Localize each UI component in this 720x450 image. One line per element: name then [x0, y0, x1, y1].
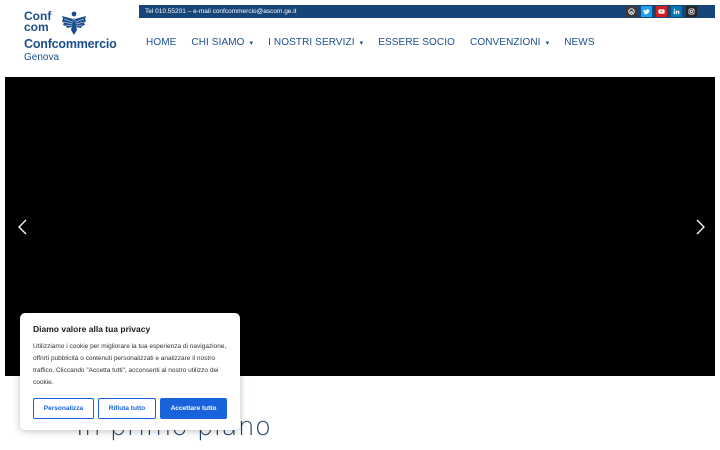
logo-name: Confcommercio	[24, 37, 117, 51]
nav-servizi-label: I NOSTRI SERVIZI	[268, 37, 355, 48]
nav-chi-siamo-label: CHI SIAMO	[191, 37, 245, 48]
customize-button[interactable]: Personalizza	[33, 398, 94, 419]
dropdown-caret-icon: ▾	[359, 39, 364, 47]
instagram-icon[interactable]	[686, 6, 697, 17]
nav-news[interactable]: NEWS	[564, 37, 594, 48]
youtube-icon[interactable]	[656, 6, 667, 17]
cookie-consent-banner: Diamo valore alla tua privacy Utilizziam…	[20, 313, 240, 430]
nav-home-label: HOME	[146, 37, 177, 48]
top-info-bar: Tel 010.55201 – e-mail confcommercio@asc…	[139, 5, 715, 18]
nav-essere-socio-label: ESSERE SOCIO	[378, 37, 456, 48]
linkedin-icon[interactable]	[671, 6, 682, 17]
logo-mark-text: Conf com	[24, 9, 52, 34]
cookie-actions: Personalizza Rifiuta tutto Accettare tut…	[33, 398, 227, 419]
accept-all-button[interactable]: Accettare tutto	[160, 398, 227, 419]
cookie-title: Diamo valore alla tua privacy	[33, 324, 151, 334]
nav-convenzioni-label: CONVENZIONI	[470, 37, 541, 48]
eagle-icon	[61, 10, 87, 36]
reject-all-button[interactable]: Rifiuta tutto	[98, 398, 156, 419]
social-links	[626, 6, 697, 17]
nav-convenzioni[interactable]: CONVENZIONI ▾	[470, 37, 549, 48]
twitter-icon[interactable]	[641, 6, 652, 17]
nav-news-label: NEWS	[564, 37, 595, 48]
logo-city: Genova	[24, 52, 60, 63]
cookie-description: Utilizziamo i cookie per migliorare la t…	[33, 343, 227, 386]
nav-servizi[interactable]: I NOSTRI SERVIZI ▾	[268, 37, 363, 48]
chevron-right-icon[interactable]	[693, 219, 707, 235]
nav-essere-socio[interactable]: ESSERE SOCIO	[378, 37, 455, 48]
dropdown-caret-icon: ▾	[249, 39, 254, 47]
nav-home[interactable]: HOME	[146, 37, 176, 48]
site-logo[interactable]: Conf com Confcommercio Genova	[24, 9, 124, 65]
wordpress-icon[interactable]	[626, 6, 637, 17]
chevron-left-icon[interactable]	[16, 219, 30, 235]
nav-chi-siamo[interactable]: CHI SIAMO ▾	[191, 37, 253, 48]
contact-info: Tel 010.55201 – e-mail confcommercio@asc…	[145, 8, 297, 15]
dropdown-caret-icon: ▾	[545, 39, 550, 47]
main-navigation: HOME CHI SIAMO ▾ I NOSTRI SERVIZI ▾ ESSERE…	[146, 37, 610, 48]
